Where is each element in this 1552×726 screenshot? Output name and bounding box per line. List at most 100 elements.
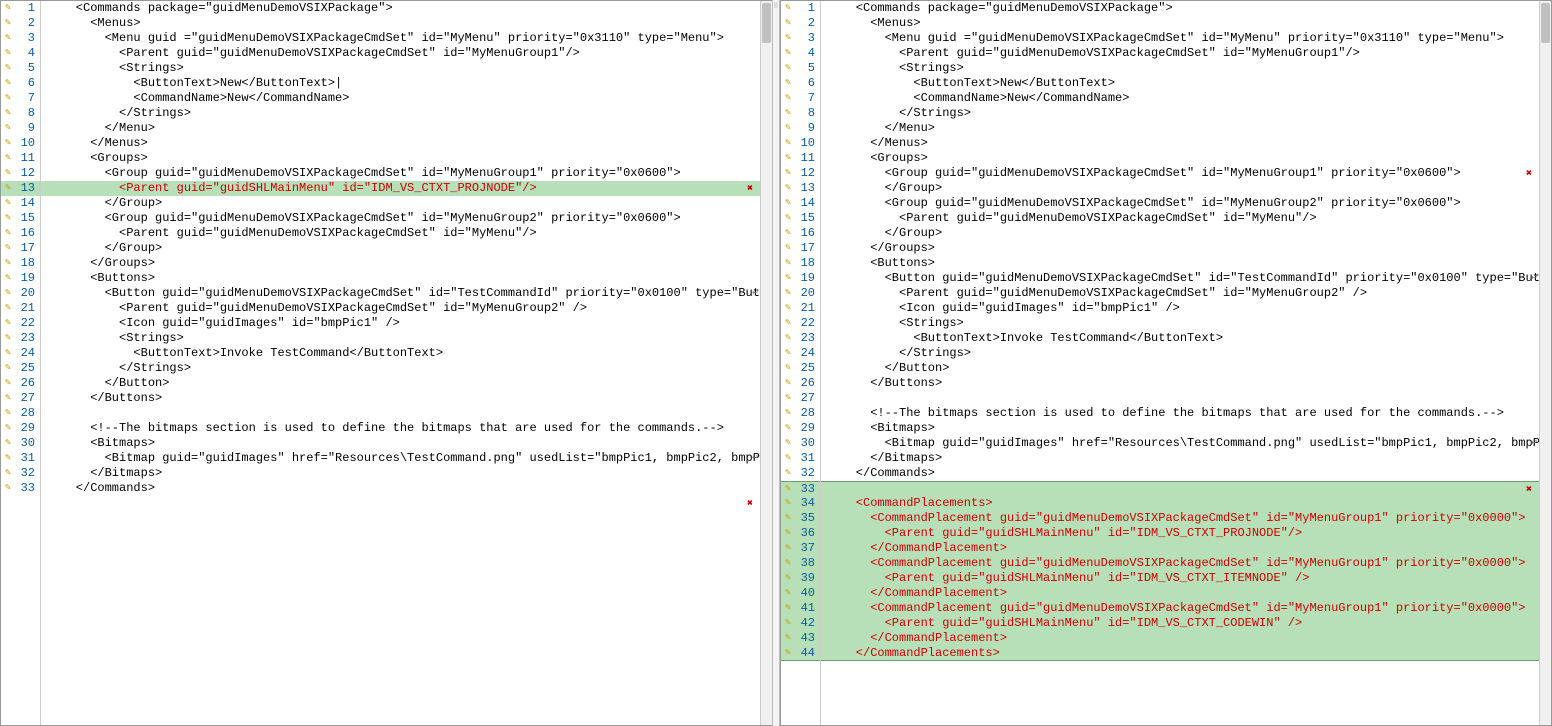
gutter-row[interactable]: ✎25 <box>781 361 820 376</box>
gutter-row[interactable]: ✎1 <box>781 1 820 16</box>
gutter-row[interactable]: ✎14 <box>1 196 40 211</box>
right-code[interactable]: <Commands package="guidMenuDemoVSIXPacka… <box>821 1 1539 725</box>
gutter-row[interactable]: ✎11 <box>781 151 820 166</box>
code-line[interactable]: </Commands> <box>41 481 760 496</box>
gutter-row[interactable]: ✎24 <box>781 346 820 361</box>
gutter-row[interactable]: ✎31 <box>781 451 820 466</box>
gutter-row[interactable]: ✎20 <box>1 286 40 301</box>
code-line[interactable]: <CommandPlacements> <box>821 496 1539 511</box>
gutter-row[interactable]: ✎41 <box>781 601 820 616</box>
gutter-row[interactable]: ✎32 <box>1 466 40 481</box>
gutter-row[interactable]: ✎17 <box>1 241 40 256</box>
code-line[interactable]: <Parent guid="guidMenuDemoVSIXPackageCmd… <box>821 46 1539 61</box>
code-line[interactable]: <Icon guid="guidImages" id="bmpPic1" /> <box>41 316 760 331</box>
gutter-row[interactable]: ✎29 <box>781 421 820 436</box>
code-line[interactable]: <Menu guid ="guidMenuDemoVSIXPackageCmdS… <box>821 31 1539 46</box>
code-line[interactable]: </Bitmaps> <box>41 466 760 481</box>
code-line[interactable]: <Parent guid="guidSHLMainMenu" id="IDM_V… <box>821 616 1539 631</box>
code-line[interactable]: <Button guid="guidMenuDemoVSIXPackageCmd… <box>41 286 760 301</box>
gutter-row[interactable]: ✎2 <box>781 16 820 31</box>
code-line[interactable]: <ButtonText>New</ButtonText> <box>821 76 1539 91</box>
gutter-row[interactable]: ✎4 <box>781 46 820 61</box>
code-line[interactable]: <Bitmap guid="guidImages" href="Resource… <box>41 451 760 466</box>
gutter-row[interactable]: ✎42 <box>781 616 820 631</box>
code-line[interactable]: <CommandName>New</CommandName> <box>821 91 1539 106</box>
code-line[interactable] <box>41 406 760 421</box>
code-line[interactable]: <Parent guid="guidMenuDemoVSIXPackageCmd… <box>41 226 760 241</box>
code-line[interactable]: <Groups> <box>41 151 760 166</box>
right-pane[interactable]: ✎1✎2✎3✎4✎5✎6✎7✎8✎9✎10✎11✎12✎13✎14✎15✎16✎… <box>780 0 1552 726</box>
code-line[interactable]: <Group guid="guidMenuDemoVSIXPackageCmdS… <box>41 166 760 181</box>
code-line[interactable]: <!--The bitmaps section is used to defin… <box>821 406 1539 421</box>
code-line[interactable]: </Bitmaps> <box>821 451 1539 466</box>
code-line[interactable] <box>821 391 1539 406</box>
gutter-row[interactable]: ✎36 <box>781 526 820 541</box>
code-line[interactable]: <Strings> <box>41 61 760 76</box>
code-line[interactable]: <CommandPlacement guid="guidMenuDemoVSIX… <box>821 511 1539 526</box>
scroll-thumb[interactable] <box>762 3 771 43</box>
gutter-row[interactable]: ✎39 <box>781 571 820 586</box>
code-line[interactable]: </Strings> <box>821 346 1539 361</box>
code-line[interactable]: </Menus> <box>821 136 1539 151</box>
gutter-row[interactable]: ✎25 <box>1 361 40 376</box>
code-line[interactable]: </Strings> <box>821 106 1539 121</box>
code-line[interactable]: <Parent guid="guidMenuDemoVSIXPackageCmd… <box>41 46 760 61</box>
scroll-thumb[interactable] <box>1541 3 1550 43</box>
diff-remove-icon[interactable]: ✖ <box>747 497 758 508</box>
code-line[interactable]: </Button> <box>821 361 1539 376</box>
diff-remove-icon[interactable]: ✖ <box>1526 167 1537 178</box>
gutter-row[interactable]: ✎19 <box>1 271 40 286</box>
code-line[interactable]: <!--The bitmaps section is used to defin… <box>41 421 760 436</box>
gutter-row[interactable]: ✎44 <box>781 646 820 661</box>
gutter-row[interactable]: ✎27 <box>781 391 820 406</box>
gutter-row[interactable]: ✎34 <box>781 496 820 511</box>
gutter-row[interactable]: ✎30 <box>781 436 820 451</box>
code-line[interactable]: <Buttons> <box>821 256 1539 271</box>
gutter-row[interactable]: ✎38 <box>781 556 820 571</box>
code-line[interactable]: </Buttons> <box>41 391 760 406</box>
code-line[interactable]: ✖ <box>821 481 1539 496</box>
code-line[interactable]: <Strings> <box>41 331 760 346</box>
gutter-row[interactable]: ✎9 <box>781 121 820 136</box>
gutter-row[interactable]: ✎22 <box>1 316 40 331</box>
code-line[interactable]: </Buttons> <box>821 376 1539 391</box>
gutter-row[interactable]: ✎3 <box>781 31 820 46</box>
code-line[interactable]: <Buttons> <box>41 271 760 286</box>
code-line[interactable]: </Group> <box>41 241 760 256</box>
left-pane[interactable]: ✎1✎2✎3✎4✎5✎6✎7✎8✎9✎10✎11✎12✎13✎14✎15✎16✎… <box>0 0 772 726</box>
code-line[interactable]: <Strings> <box>821 316 1539 331</box>
gutter-row[interactable]: ✎33 <box>1 481 40 496</box>
code-line[interactable]: <Menu guid ="guidMenuDemoVSIXPackageCmdS… <box>41 31 760 46</box>
code-line[interactable]: <Menus> <box>821 16 1539 31</box>
gutter-row[interactable]: ✎7 <box>1 91 40 106</box>
gutter-row[interactable]: ✎26 <box>781 376 820 391</box>
gutter-row[interactable]: ✎15 <box>781 211 820 226</box>
gutter-row[interactable]: ✎3 <box>1 31 40 46</box>
gutter-row[interactable]: ✎20 <box>781 286 820 301</box>
gutter-row[interactable]: ✎28 <box>781 406 820 421</box>
code-line[interactable]: </CommandPlacement> <box>821 541 1539 556</box>
gutter-row[interactable]: ✎32 <box>781 466 820 481</box>
code-line[interactable]: <CommandName>New</CommandName> <box>41 91 760 106</box>
gutter-row[interactable]: ✎13 <box>1 181 40 196</box>
left-gutter[interactable]: ✎1✎2✎3✎4✎5✎6✎7✎8✎9✎10✎11✎12✎13✎14✎15✎16✎… <box>1 1 41 725</box>
gutter-row[interactable]: ✎17 <box>781 241 820 256</box>
code-line[interactable]: </CommandPlacement> <box>821 586 1539 601</box>
code-line[interactable]: </Menus> <box>41 136 760 151</box>
gutter-row[interactable]: ✎22 <box>781 316 820 331</box>
gutter-row[interactable]: ✎13 <box>781 181 820 196</box>
gutter-row[interactable]: ✎18 <box>781 256 820 271</box>
gutter-row[interactable]: ✎2 <box>1 16 40 31</box>
pane-splitter[interactable] <box>772 0 780 726</box>
gutter-row[interactable]: ✎10 <box>781 136 820 151</box>
gutter-row[interactable]: ✎19 <box>781 271 820 286</box>
code-line[interactable]: </Strings> <box>41 361 760 376</box>
code-line[interactable]: <Parent guid="guidSHLMainMenu" id="IDM_V… <box>821 526 1539 541</box>
right-scrollbar[interactable] <box>1539 1 1551 725</box>
gutter-row[interactable]: ✎11 <box>1 151 40 166</box>
code-line[interactable]: </CommandPlacement> <box>821 631 1539 646</box>
code-line[interactable]: <ButtonText>Invoke TestCommand</ButtonTe… <box>821 331 1539 346</box>
gutter-row[interactable]: ✎37 <box>781 541 820 556</box>
gutter-row[interactable]: ✎16 <box>1 226 40 241</box>
code-line[interactable]: </Strings> <box>41 106 760 121</box>
